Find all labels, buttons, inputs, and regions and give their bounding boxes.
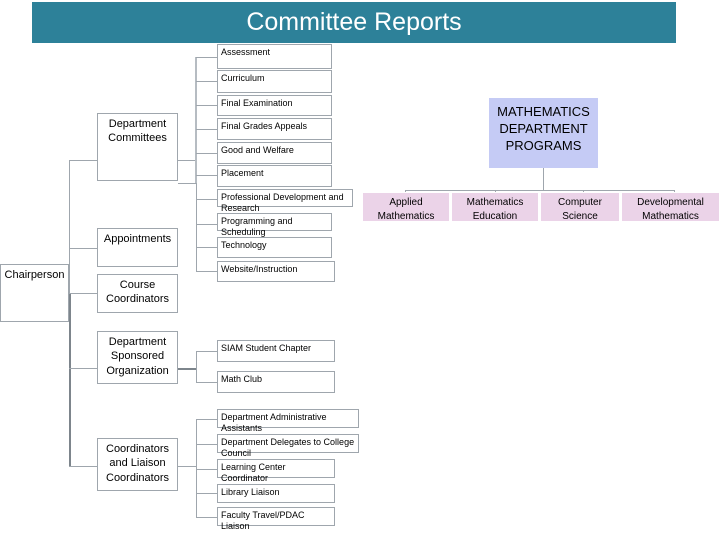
connector-committee-10 [196,271,217,272]
program-mathematics-education[interactable]: Mathematics Education [451,192,539,222]
program-mathematics-education-label: Mathematics Education [466,197,524,222]
org-leaf-department-delegates-to-college-council-label: Department Delegates to College Council [221,437,355,458]
program-applied-mathematics-label: Applied Mathematics [377,197,435,222]
org-leaf-professional-development-and-research-label: Professional Development and Research [221,192,344,213]
org-node-coordinators-and-liaison-coordinators[interactable]: Coordinators and Liaison Coordinators [97,438,178,491]
connector-committees-out-2 [178,183,196,184]
org-node-course-coordinators[interactable]: Course Coordinators [97,274,178,313]
org-leaf-website-instruction-label: Website/Instruction [221,264,298,274]
programs-head-mathematics-department-programs[interactable]: MATHEMATICS DEPARTMENT PROGRAMS [489,98,598,168]
org-leaf-math-club-label: Math Club [221,374,263,384]
org-leaf-professional-development-and-research[interactable]: Professional Development and Research [217,189,353,213]
connector-coord-out [178,466,196,467]
connector-committee-trunk-upper [195,57,197,183]
connector-committee-3 [196,105,217,106]
org-leaf-programming-and-scheduling-label: Programming and Scheduling [221,216,293,237]
program-developmental-mathematics-label: Developmental Mathematics [637,197,704,222]
connector-org-trunk [196,351,197,383]
connector-committee-4 [196,129,217,130]
connector-committee-8 [196,224,217,225]
connector-committee-7 [196,199,217,200]
connector-branch-trunk-lower [69,293,71,466]
org-node-chairperson[interactable]: Chairperson [0,264,69,322]
connector-committee-trunk-lower [196,183,197,271]
org-leaf-curriculum-label: Curriculum [221,73,265,83]
org-leaf-good-and-welfare-label: Good and Welfare [221,145,294,155]
org-leaf-faculty-travel-pdac-liaison[interactable]: Faculty Travel/PDAC Liaison [217,507,335,531]
org-leaf-final-examination-label: Final Examination [221,98,293,108]
connector-committee-2 [196,81,217,82]
program-computer-science[interactable]: Computer Science [540,192,620,222]
connector-to-course-coordinators [69,293,97,294]
org-leaf-placement[interactable]: Placement [217,165,332,187]
org-node-appointments-label: Appointments [103,233,172,245]
connector-org-2 [196,382,217,383]
connector-to-department-committees [69,160,97,161]
connector-programs-bus [405,190,675,191]
org-leaf-learning-center-coordinator[interactable]: Learning Center Coordinator [217,459,335,483]
org-leaf-faculty-travel-pdac-liaison-label: Faculty Travel/PDAC Liaison [221,510,305,531]
org-node-course-coordinators-label: Course Coordinators [106,279,169,306]
org-leaf-curriculum[interactable]: Curriculum [217,70,332,93]
org-leaf-final-grades-appeals[interactable]: Final Grades Appeals [217,118,332,140]
org-node-department-committees[interactable]: Department Committees [97,113,178,181]
program-applied-mathematics[interactable]: Applied Mathematics [362,192,450,222]
org-leaf-final-grades-appeals-label: Final Grades Appeals [221,121,308,131]
org-leaf-department-delegates-to-college-council[interactable]: Department Delegates to College Council [217,434,359,458]
org-node-department-sponsored-organization[interactable]: Department Sponsored Organization [97,331,178,384]
org-leaf-final-examination[interactable]: Final Examination [217,95,332,116]
slide-canvas: Committee Reports Chairperson Department… [0,0,720,540]
connector-coord-5 [196,517,217,518]
connector-coord-1 [196,419,217,420]
org-node-department-sponsored-organization-label: Department Sponsored Organization [106,336,169,377]
connector-org-1 [196,351,217,352]
org-leaf-learning-center-coordinator-label: Learning Center Coordinator [221,462,286,483]
org-node-appointments[interactable]: Appointments [97,228,178,267]
connector-coord-3 [196,469,217,470]
org-leaf-siam-student-chapter-label: SIAM Student Chapter [221,343,312,353]
connector-committee-5 [196,153,217,154]
org-leaf-placement-label: Placement [221,168,264,178]
org-leaf-siam-student-chapter[interactable]: SIAM Student Chapter [217,340,335,362]
connector-coord-4 [196,493,217,494]
org-leaf-assessment[interactable]: Assessment [217,44,332,69]
org-leaf-department-administrative-assistants-label: Department Administrative Assistants [221,412,327,433]
connector-coord-2 [196,444,217,445]
connector-org-out [178,368,196,370]
org-leaf-website-instruction[interactable]: Website/Instruction [217,261,335,282]
org-leaf-assessment-label: Assessment [221,47,271,57]
connector-committees-out [178,160,196,161]
org-leaf-technology-label: Technology [221,240,267,250]
org-leaf-library-liaison[interactable]: Library Liaison [217,484,335,503]
org-leaf-math-club[interactable]: Math Club [217,371,335,393]
connector-coord-trunk [196,419,197,517]
org-leaf-programming-and-scheduling[interactable]: Programming and Scheduling [217,213,332,237]
connector-committee-9 [196,247,217,248]
org-node-coordinators-and-liaison-coordinators-label: Coordinators and Liaison Coordinators [106,443,169,484]
connector-committee-6 [196,175,217,176]
connector-to-coordinators-liaison [69,466,97,467]
org-leaf-department-administrative-assistants[interactable]: Department Administrative Assistants [217,409,359,433]
org-node-chairperson-label: Chairperson [4,269,65,281]
org-leaf-library-liaison-label: Library Liaison [221,487,280,497]
connector-programs-stem [543,168,544,190]
page-title: Committee Reports [246,8,462,36]
org-node-department-committees-label: Department Committees [108,118,167,145]
org-leaf-good-and-welfare[interactable]: Good and Welfare [217,142,332,164]
program-developmental-mathematics[interactable]: Developmental Mathematics [621,192,720,222]
connector-branch-trunk-upper [69,160,70,293]
connector-committee-1 [196,57,217,58]
org-leaf-technology[interactable]: Technology [217,237,332,258]
programs-head-label: MATHEMATICS DEPARTMENT PROGRAMS [497,104,590,154]
connector-to-sponsored-org [69,368,97,369]
connector-to-appointments [69,248,97,249]
program-computer-science-label: Computer Science [558,197,602,222]
